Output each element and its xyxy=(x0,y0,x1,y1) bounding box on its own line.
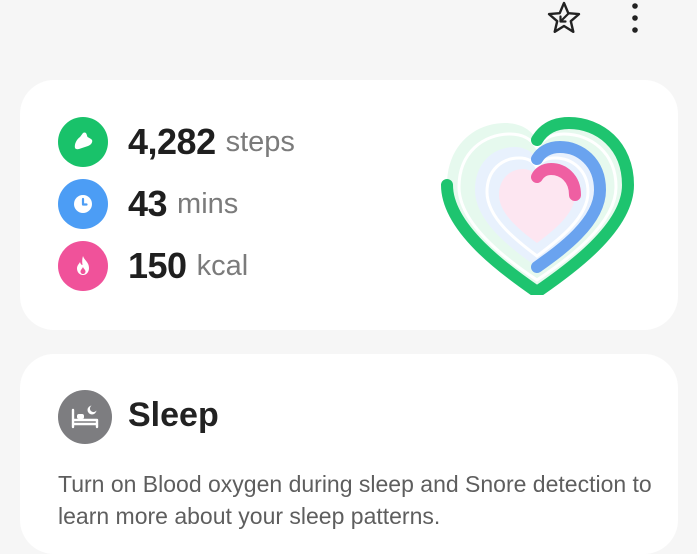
more-vertical-icon xyxy=(632,3,638,33)
active-time-unit: mins xyxy=(177,187,239,220)
steps-unit: steps xyxy=(225,125,295,158)
steps-value: 4,282 xyxy=(128,121,216,162)
favorite-button[interactable] xyxy=(543,0,585,40)
calories-row: 150 kcal xyxy=(58,241,248,291)
more-options-button[interactable] xyxy=(620,0,650,40)
star-arrow-icon xyxy=(547,1,581,33)
active-time-row: 43 mins xyxy=(58,179,238,229)
sleep-title: Sleep xyxy=(128,396,219,434)
bed-icon xyxy=(58,390,112,444)
calories-value: 150 xyxy=(128,245,187,286)
top-bar xyxy=(0,0,697,60)
calories-unit: kcal xyxy=(196,249,249,282)
clock-icon xyxy=(58,179,108,229)
steps-row: 4,282 steps xyxy=(58,117,295,167)
shoe-icon xyxy=(58,117,108,167)
sleep-card[interactable]: Sleep Turn on Blood oxygen during sleep … xyxy=(20,354,678,554)
activity-heart-rings xyxy=(441,116,635,295)
sleep-description: Turn on Blood oxygen during sleep and Sn… xyxy=(58,471,652,529)
flame-icon xyxy=(58,241,108,291)
activity-card[interactable]: 4,282 steps 43 mins 150 kcal xyxy=(20,80,678,330)
active-time-value: 43 xyxy=(128,183,168,224)
